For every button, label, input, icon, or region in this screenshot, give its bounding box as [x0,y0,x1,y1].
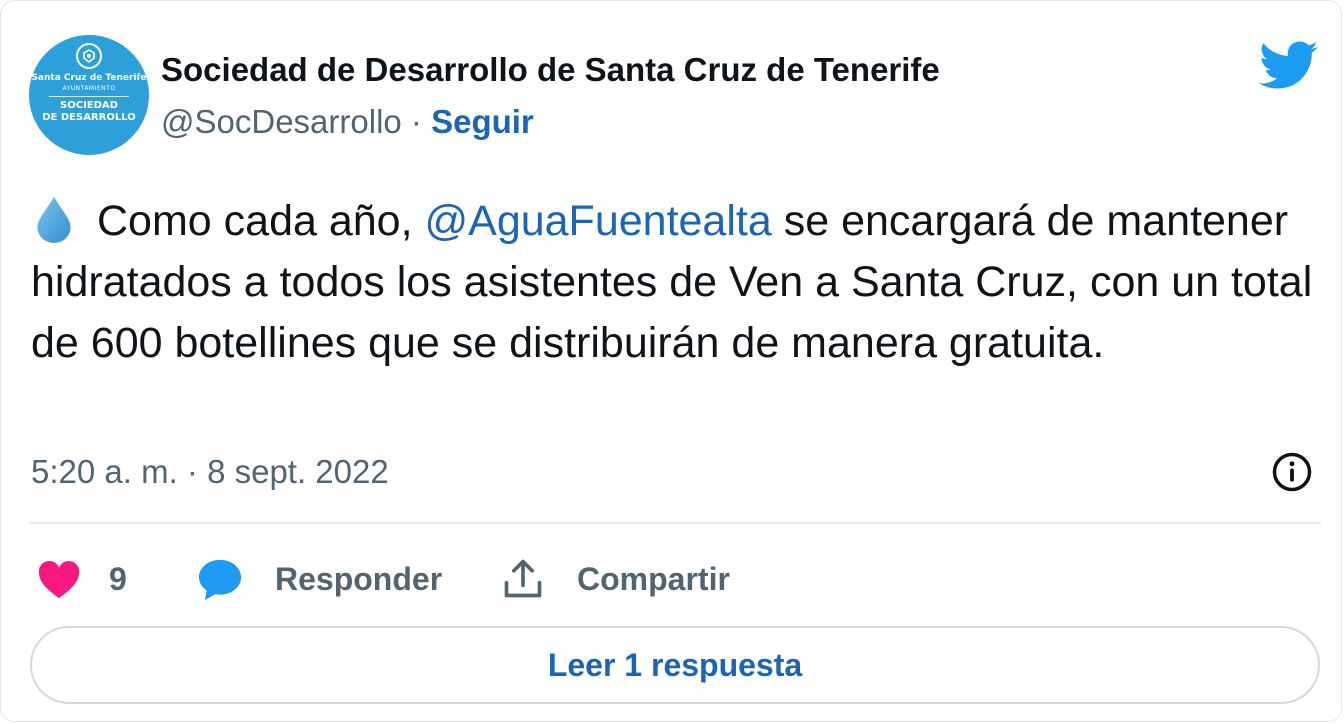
like-count: 9 [109,560,127,597]
tweet-text-part-1: Como cada año, [97,197,425,245]
tweet-text: Como cada año, @AguaFuentealta se encarg… [31,191,1321,374]
droplet-icon [37,196,71,243]
author-handle-row: @SocDesarrollo · Seguir [161,103,534,141]
tweet-card: Santa Cruz de Tenerife AYUNTAMIENTO SOCI… [0,0,1342,722]
share-label: Compartir [577,560,730,597]
reply-label: Responder [275,560,443,597]
info-icon[interactable] [1271,451,1313,493]
avatar-divider [49,96,129,97]
avatar-line-4: DE DESARROLLO [42,112,136,123]
mention-link[interactable]: @AguaFuentealta [424,197,771,245]
share-button[interactable]: Compartir [501,551,730,607]
speech-bubble-icon [198,559,242,601]
share-icon [504,559,542,598]
reply-button[interactable]: Responder [197,551,442,607]
divider [29,522,1321,524]
read-replies-button[interactable]: Leer 1 respuesta [30,626,1320,704]
avatar-line-3: SOCIEDAD [60,100,118,111]
heart-icon [38,560,80,599]
action-bar: 9 Responder Compartir [37,551,937,607]
emblem-icon [76,43,102,69]
follow-button[interactable]: Seguir [431,103,534,140]
timestamp[interactable]: 5:20 a. m. · 8 sept. 2022 [31,453,389,491]
avatar-line-2: AYUNTAMIENTO [62,85,116,92]
like-button[interactable]: 9 [37,551,127,607]
handle-separator: · [401,103,432,140]
twitter-bird-icon[interactable] [1259,41,1319,91]
avatar[interactable]: Santa Cruz de Tenerife AYUNTAMIENTO SOCI… [29,35,149,155]
author-name[interactable]: Sociedad de Desarrollo de Santa Cruz de … [161,51,940,89]
avatar-line-1: Santa Cruz de Tenerife [31,73,147,83]
author-handle[interactable]: @SocDesarrollo [161,103,402,140]
